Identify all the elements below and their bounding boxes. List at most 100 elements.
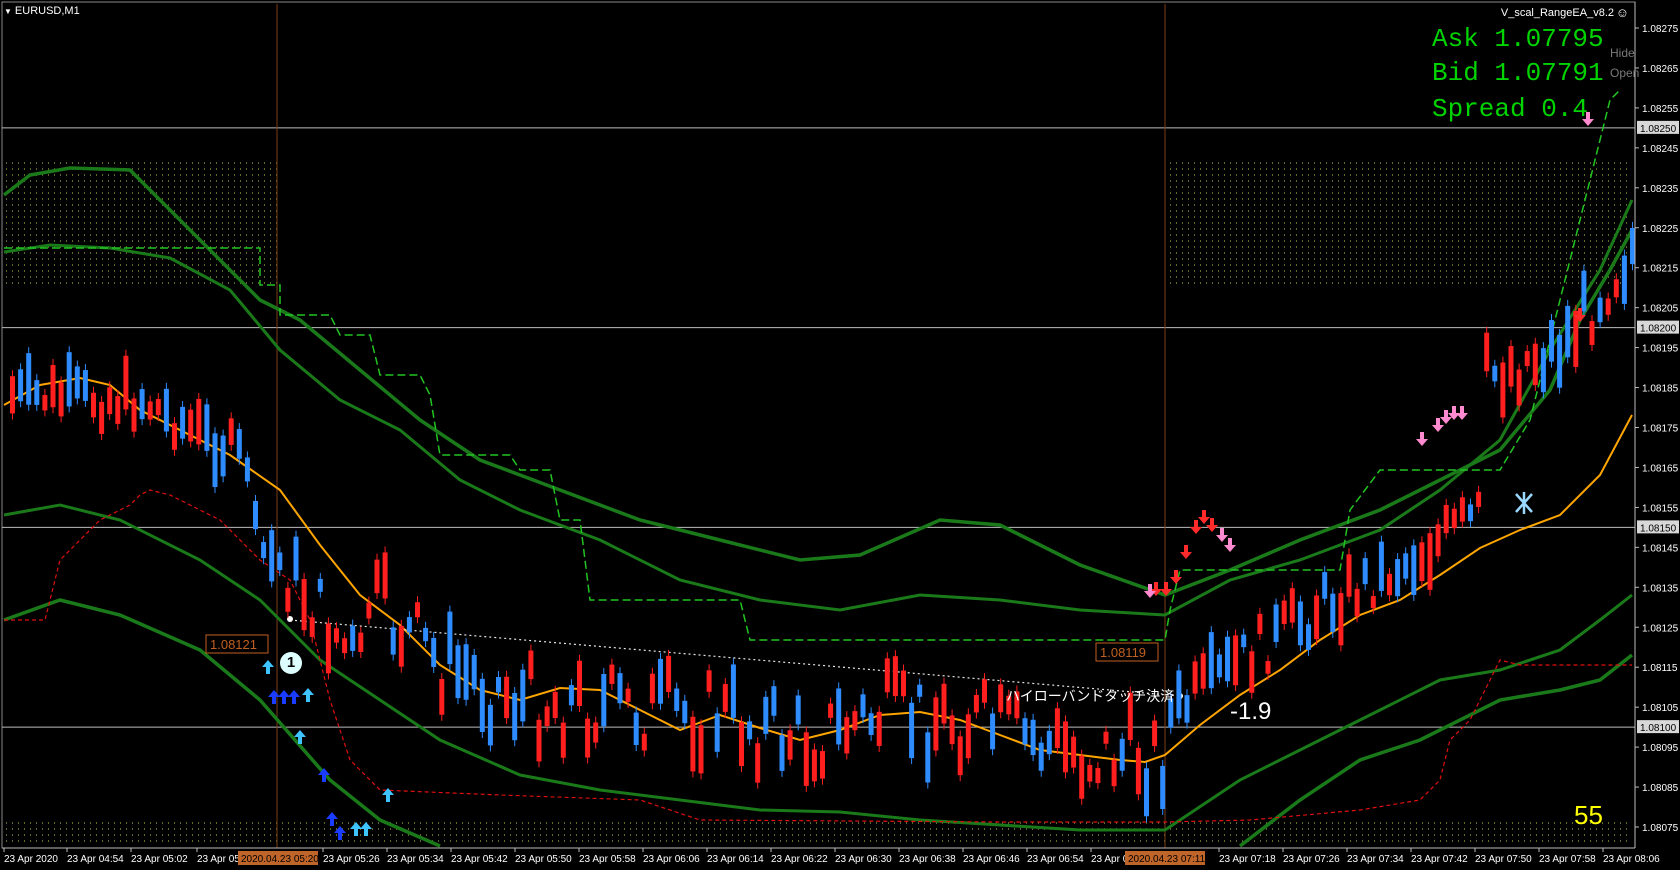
- candle-body[interactable]: [431, 637, 437, 667]
- candle-body[interactable]: [941, 683, 947, 724]
- candle-body[interactable]: [1573, 310, 1579, 367]
- sell-arrow-icon[interactable]: [1440, 410, 1452, 424]
- candle-body[interactable]: [398, 625, 404, 667]
- candle-body[interactable]: [1103, 731, 1109, 744]
- candle-body[interactable]: [325, 623, 331, 674]
- candle-body[interactable]: [1459, 497, 1465, 522]
- candle-body[interactable]: [852, 711, 858, 731]
- candle-body[interactable]: [1022, 718, 1028, 745]
- candle-body[interactable]: [1419, 542, 1425, 582]
- candle-body[interactable]: [1621, 255, 1627, 304]
- candle-body[interactable]: [415, 602, 420, 618]
- candle-body[interactable]: [1605, 298, 1611, 315]
- candle-body[interactable]: [1565, 305, 1571, 358]
- candle-body[interactable]: [1160, 765, 1166, 810]
- sell-arrow-icon[interactable]: [1180, 545, 1192, 559]
- candle-body[interactable]: [909, 702, 915, 759]
- candle-body[interactable]: [1346, 554, 1352, 597]
- candle-body[interactable]: [358, 632, 364, 653]
- candle-body[interactable]: [1297, 601, 1303, 646]
- candle-body[interactable]: [447, 611, 453, 665]
- candle-body[interactable]: [868, 713, 874, 735]
- candle-body[interactable]: [163, 388, 169, 432]
- sell-arrow-icon[interactable]: [1190, 520, 1202, 534]
- candle-body[interactable]: [536, 719, 542, 762]
- candle-body[interactable]: [115, 396, 121, 424]
- candle-body[interactable]: [1265, 661, 1271, 674]
- candle-body[interactable]: [180, 406, 186, 439]
- candle-body[interactable]: [1387, 573, 1392, 596]
- candle-body[interactable]: [1468, 504, 1473, 522]
- candle-body[interactable]: [990, 713, 996, 750]
- candle-body[interactable]: [552, 691, 558, 719]
- candle-body[interactable]: [309, 617, 315, 637]
- candle-body[interactable]: [544, 706, 550, 726]
- candle-body[interactable]: [1071, 736, 1077, 768]
- candle-body[interactable]: [99, 401, 105, 434]
- candle-body[interactable]: [1208, 632, 1214, 689]
- candle-body[interactable]: [1111, 759, 1117, 787]
- candle-body[interactable]: [925, 732, 931, 783]
- candle-body[interactable]: [91, 392, 96, 418]
- candle-body[interactable]: [487, 704, 493, 746]
- candle-body[interactable]: [1257, 613, 1263, 635]
- candle-body[interactable]: [577, 660, 582, 707]
- candle-body[interactable]: [244, 457, 250, 482]
- candle-body[interactable]: [512, 693, 518, 741]
- candle-body[interactable]: [1200, 653, 1206, 689]
- candle-body[interactable]: [722, 684, 728, 712]
- candle-body[interactable]: [803, 732, 809, 786]
- candle-body[interactable]: [763, 696, 769, 734]
- candle-body[interactable]: [58, 382, 64, 417]
- candle-body[interactable]: [285, 587, 291, 612]
- candle-body[interactable]: [188, 409, 194, 442]
- candle-body[interactable]: [609, 664, 615, 684]
- candle-body[interactable]: [965, 714, 971, 759]
- candle-body[interactable]: [196, 398, 202, 445]
- candle-body[interactable]: [269, 530, 275, 582]
- candle-body[interactable]: [463, 644, 469, 700]
- candle-body[interactable]: [730, 664, 736, 718]
- smiley-icon[interactable]: ☺: [1616, 5, 1629, 20]
- mt4-chart-window[interactable]: 1.08121 1.08119 1.08275 1.08265 1.08255 1.082…: [0, 0, 1680, 870]
- candle-body[interactable]: [439, 678, 445, 715]
- price-chart[interactable]: 1.08121 1.08119 1.08275 1.08265 1.08255 1.082…: [0, 0, 1680, 870]
- candle-body[interactable]: [787, 730, 793, 760]
- candle-body[interactable]: [1597, 297, 1603, 323]
- candle-body[interactable]: [66, 352, 72, 407]
- candle-body[interactable]: [771, 686, 777, 716]
- candle-body[interactable]: [1289, 588, 1295, 623]
- candle-body[interactable]: [1054, 708, 1060, 748]
- sell-arrow-icon[interactable]: [1224, 538, 1236, 552]
- candle-body[interactable]: [123, 355, 129, 410]
- candle-body[interactable]: [1087, 764, 1093, 782]
- candle-body[interactable]: [1484, 332, 1490, 372]
- candle-body[interactable]: [617, 673, 623, 704]
- candle-body[interactable]: [1451, 508, 1457, 529]
- candle-body[interactable]: [1306, 624, 1311, 650]
- candle-body[interactable]: [317, 578, 323, 592]
- sell-arrow-icon[interactable]: [1456, 406, 1468, 420]
- candle-body[interactable]: [1500, 362, 1506, 418]
- candle-body[interactable]: [1395, 559, 1401, 597]
- candle-body[interactable]: [471, 654, 477, 690]
- candle-body[interactable]: [301, 579, 307, 631]
- candle-body[interactable]: [1354, 588, 1360, 617]
- candle-body[interactable]: [779, 735, 785, 771]
- candle-body[interactable]: [1427, 533, 1433, 590]
- candle-body[interactable]: [1540, 348, 1546, 393]
- candle-body[interactable]: [1532, 343, 1538, 386]
- sell-arrow-icon[interactable]: [1206, 518, 1218, 532]
- candle-body[interactable]: [1476, 491, 1482, 507]
- candle-body[interactable]: [860, 694, 866, 718]
- candle-body[interactable]: [836, 688, 842, 745]
- candle-body[interactable]: [1184, 695, 1190, 723]
- open-button[interactable]: Open: [1610, 66, 1639, 80]
- candle-body[interactable]: [350, 625, 356, 651]
- candle-body[interactable]: [1370, 596, 1376, 609]
- candle-body[interactable]: [949, 715, 955, 745]
- candle-body[interactable]: [1216, 654, 1222, 678]
- candle-body[interactable]: [658, 658, 663, 704]
- candle-body[interactable]: [204, 404, 210, 451]
- sell-arrow-icon[interactable]: [1198, 510, 1210, 524]
